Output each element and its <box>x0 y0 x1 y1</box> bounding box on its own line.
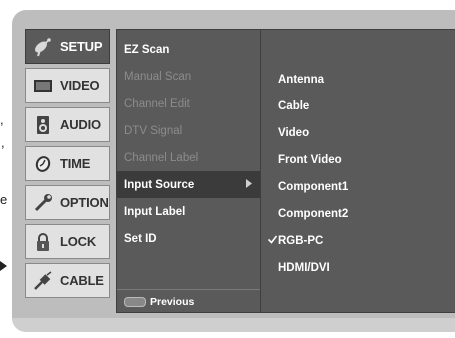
menu-item-set-id[interactable]: Set ID <box>117 225 260 252</box>
menu-item-dtv-signal: DTV Signal <box>117 117 260 144</box>
option-component2[interactable]: Component2 <box>278 204 448 224</box>
category-label: LOCK <box>60 234 97 249</box>
category-audio[interactable]: AUDIO <box>25 107 110 142</box>
menu-item-ez-scan[interactable]: EZ Scan <box>117 36 260 63</box>
cable-plug-icon <box>32 270 54 292</box>
osd-frame-bottom <box>12 318 455 332</box>
page-edge-comma-2: , <box>1 135 5 150</box>
category-label: CABLE <box>60 273 104 288</box>
category-video[interactable]: VIDEO <box>25 68 110 103</box>
satellite-dish-icon <box>32 36 54 58</box>
category-menu: SETUP VIDEO AUDIO TIME OPTION LOCK CABLE <box>25 29 110 302</box>
option-label: HDMI/DVI <box>278 262 330 274</box>
menu-item-label: Channel Edit <box>124 97 190 110</box>
menu-key-icon <box>124 297 146 307</box>
previous-button[interactable]: Previous <box>124 296 194 308</box>
category-lock[interactable]: LOCK <box>25 224 110 259</box>
category-label: OPTION <box>60 195 109 210</box>
menu-item-label: EZ Scan <box>124 43 170 56</box>
setup-submenu: EZ Scan Manual Scan Channel Edit DTV Sig… <box>116 29 261 313</box>
menu-item-label: Channel Label <box>124 151 199 164</box>
option-label: Cable <box>278 100 310 112</box>
option-label: Component2 <box>278 208 349 220</box>
divider <box>117 289 260 290</box>
category-label: SETUP <box>60 39 103 54</box>
option-label: Component1 <box>278 181 349 193</box>
menu-item-label: Input Source <box>124 178 195 191</box>
menu-item-channel-label: Channel Label <box>117 144 260 171</box>
category-cable[interactable]: CABLE <box>25 263 110 298</box>
menu-item-label: Manual Scan <box>124 70 192 83</box>
option-hdmi-dvi[interactable]: HDMI/DVI <box>278 258 448 278</box>
padlock-icon <box>32 231 54 253</box>
option-label: RGB-PC <box>278 235 324 247</box>
category-label: VIDEO <box>60 78 100 93</box>
submenu-arrow-icon <box>246 179 252 191</box>
menu-item-input-label[interactable]: Input Label <box>117 198 260 225</box>
checkmark-icon <box>267 235 278 247</box>
clock-icon <box>32 153 54 175</box>
option-rgb-pc[interactable]: RGB-PC <box>267 231 448 251</box>
page-edge-letter: e <box>0 192 8 207</box>
option-label: Video <box>278 127 310 139</box>
previous-label: Previous <box>150 296 195 308</box>
category-time[interactable]: TIME <box>25 146 110 181</box>
menu-item-manual-scan: Manual Scan <box>117 63 260 90</box>
menu-item-label: DTV Signal <box>124 124 183 137</box>
option-video[interactable]: Video <box>278 123 448 143</box>
wrench-icon <box>32 192 54 214</box>
category-setup[interactable]: SETUP <box>25 29 110 64</box>
menu-item-input-source[interactable]: Input Source <box>117 171 260 198</box>
option-cable[interactable]: Cable <box>278 96 448 116</box>
option-antenna[interactable]: Antenna <box>278 70 448 90</box>
option-label: Antenna <box>278 74 324 86</box>
pointer-arrow-icon <box>0 261 7 271</box>
input-source-panel: Antenna Cable Video Front Video Componen… <box>261 29 455 313</box>
menu-item-label: Set ID <box>124 232 157 245</box>
option-front-video[interactable]: Front Video <box>278 150 448 170</box>
option-label: Front Video <box>278 154 342 166</box>
tv-screen-icon <box>32 75 54 97</box>
speaker-icon <box>32 114 54 136</box>
category-label: TIME <box>60 156 91 171</box>
menu-item-channel-edit: Channel Edit <box>117 90 260 117</box>
menu-item-label: Input Label <box>124 205 186 218</box>
category-label: AUDIO <box>60 117 101 132</box>
category-option[interactable]: OPTION <box>25 185 110 220</box>
option-component1[interactable]: Component1 <box>278 177 448 197</box>
page-edge-comma-1: , <box>0 112 4 127</box>
